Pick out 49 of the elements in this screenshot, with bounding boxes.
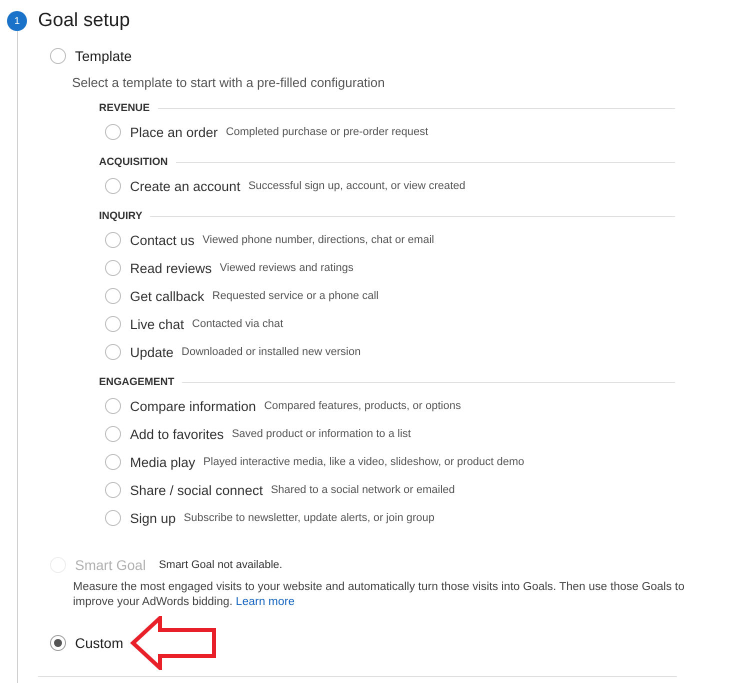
radio-button[interactable] [105,344,121,360]
radio-button[interactable] [105,316,121,332]
goal-name[interactable]: Compare information [130,398,256,414]
template-description: Viewed phone number, directions, chat or email [202,234,434,246]
goal-name[interactable]: Live chat [130,316,184,332]
template-description: Viewed reviews and ratings [220,262,354,274]
radio-button[interactable] [105,510,121,526]
goal-name[interactable]: Media play [130,454,196,470]
option-note: Smart Goal not available. [158,559,282,571]
goal-name[interactable]: Create an account [130,178,240,194]
template-description: Select a template to start with a pre-filled configuration [71,75,386,90]
radio-button[interactable] [105,288,121,304]
radio-button[interactable] [105,124,121,140]
template-description: Subscribe to newsletter, update alerts, or join group [184,512,434,524]
radio-button[interactable] [50,635,66,651]
goal-name[interactable]: Add to favorites [130,426,224,442]
template-description: Saved product or information to a list [232,428,411,440]
radio-button[interactable] [105,454,121,470]
option-label[interactable]: Template [75,48,132,64]
template-description: Contacted via chat [192,318,284,330]
step-number: 1 [7,11,27,31]
radio-button[interactable] [105,232,121,248]
goal-name[interactable]: Place an order [130,124,218,140]
step-title: Goal setup [38,9,131,33]
template-description: Shared to a social network or emailed [270,484,455,496]
radio-button[interactable] [105,178,121,194]
radio-button[interactable] [105,482,121,498]
template-description: Requested service or a phone call [212,290,379,302]
goal-name[interactable]: Update [130,344,174,360]
smart-goal-description: Measure the most engaged visits to your website and automatically turn those visits into Goals. Then use those Goals to improve your AdWords bidding. Learn more [72,580,686,610]
category-heading: REVENUE [99,102,150,114]
goal-name[interactable]: Contact us [130,232,195,248]
template-description: Downloaded or installed new version [182,346,361,358]
goal-name[interactable]: Sign up [130,510,176,526]
radio-button[interactable] [105,398,121,414]
template-description: Compared features, products, or options [264,400,461,412]
radio-button[interactable] [50,48,66,64]
goal-name[interactable]: Read reviews [130,260,212,276]
template-description: Played interactive media, like a video, slideshow, or product demo [203,456,524,468]
template-description: Completed purchase or pre-order request [226,126,428,138]
category-heading: ENGAGEMENT [99,376,174,388]
radio-button[interactable] [105,426,121,442]
category-heading: INQUIRY [99,210,142,222]
template-description: Successful sign up, account, or view created [248,180,466,192]
category-heading: ACQUISITION [99,156,168,168]
goal-name[interactable]: Get callback [130,288,204,304]
option-label[interactable]: Custom [75,635,124,651]
goal-name[interactable]: Share / social connect [130,482,263,498]
radio-button[interactable] [105,260,121,276]
